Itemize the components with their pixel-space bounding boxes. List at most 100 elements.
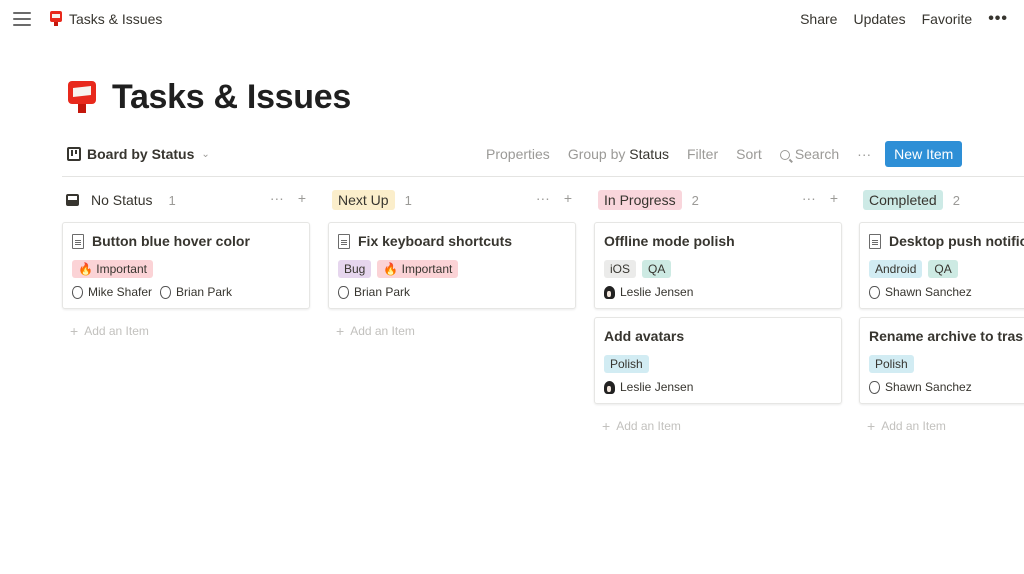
tag-important: 🔥 Important xyxy=(377,260,459,278)
card-assignees: Leslie Jensen xyxy=(604,285,832,299)
column-more-icon[interactable]: ··· xyxy=(536,190,550,206)
column-more-icon[interactable]: ··· xyxy=(802,190,816,206)
column-label[interactable]: Next Up xyxy=(332,190,395,210)
add-item-button[interactable]: + Add an Item xyxy=(594,418,842,434)
column-label[interactable]: In Progress xyxy=(598,190,682,210)
view-selector[interactable]: Board by Status ⌄ xyxy=(67,146,210,162)
avatar-icon xyxy=(72,285,83,299)
sort-button[interactable]: Sort xyxy=(736,146,762,162)
card-title: Rename archive to trash xyxy=(869,328,1024,344)
add-item-button[interactable]: + Add an Item xyxy=(859,418,1024,434)
card-title-row: Add avatars xyxy=(604,326,832,346)
assignee-name: Leslie Jensen xyxy=(620,380,694,394)
card-assignees: Shawn Sanchez xyxy=(869,285,1024,299)
inbox-icon xyxy=(66,194,79,206)
avatar-icon xyxy=(160,285,172,299)
column-in-progress: In Progress 2 ··· + Offline mode polish iOS QA… xyxy=(594,186,842,434)
column-add-icon[interactable]: + xyxy=(830,190,838,206)
avatar-icon xyxy=(869,380,880,394)
card[interactable]: Add avatars Polish Leslie Jensen xyxy=(594,317,842,404)
breadcrumb[interactable]: Tasks & Issues xyxy=(50,11,162,27)
column-count: 2 xyxy=(691,192,699,208)
page-title[interactable]: Tasks & Issues xyxy=(112,78,351,117)
search-button[interactable]: Search xyxy=(779,146,840,162)
column-count: 2 xyxy=(952,192,960,208)
assignee-name: Brian Park xyxy=(176,285,233,299)
card[interactable]: Offline mode polish iOS QA Leslie Jensen xyxy=(594,222,842,309)
column-add-icon[interactable]: + xyxy=(564,190,572,206)
page-header: Tasks & Issues xyxy=(68,78,351,117)
avatar-icon xyxy=(869,285,880,299)
mailbox-icon xyxy=(50,11,62,27)
card-title: Offline mode polish xyxy=(604,233,735,249)
card[interactable]: Fix keyboard shortcuts Bug 🔥 Important Bria… xyxy=(328,222,576,309)
column-more-icon[interactable]: ··· xyxy=(270,190,284,206)
view-actions: Properties Group by Status Filter Sort S… xyxy=(486,140,963,168)
updates-button[interactable]: Updates xyxy=(853,11,905,27)
card[interactable]: Rename archive to trash Polish Shawn Sanch… xyxy=(859,317,1024,404)
group-by-label: Group by xyxy=(567,146,626,162)
card-tags: Android QA xyxy=(869,260,1024,278)
breadcrumb-label: Tasks & Issues xyxy=(69,11,163,27)
add-item-button[interactable]: + Add an Item xyxy=(328,323,576,339)
assignee-name: Mike Shafer xyxy=(88,285,153,299)
view-toolbar: Board by Status ⌄ Properties Group by St… xyxy=(62,140,1024,174)
plus-icon: + xyxy=(70,323,79,339)
column-header: In Progress 2 ··· + xyxy=(594,186,842,214)
card-assignees: Shawn Sanchez xyxy=(869,380,1024,394)
card[interactable]: Button blue hover color 🔥 Important Mike S… xyxy=(62,222,310,309)
assignee-name: Shawn Sanchez xyxy=(885,380,972,394)
add-item-label: Add an Item xyxy=(881,419,946,433)
search-label: Search xyxy=(794,146,840,162)
assignee: Leslie Jensen xyxy=(604,380,693,394)
card-title: Desktop push notifications xyxy=(889,233,1024,249)
document-icon xyxy=(869,233,881,249)
avatar-icon xyxy=(604,380,615,394)
more-options-icon[interactable]: ••• xyxy=(988,11,1008,27)
tag-important: 🔥 Important xyxy=(72,260,153,278)
card-title-row: Button blue hover color xyxy=(72,231,300,251)
card-assignees: Mike Shafer Brian Park xyxy=(72,285,300,299)
tag-polish: Polish xyxy=(869,355,914,373)
add-item-button[interactable]: + Add an Item xyxy=(62,323,310,339)
card-title-row: Fix keyboard shortcuts xyxy=(338,231,566,251)
column-header: No Status 1 ··· + xyxy=(62,186,310,214)
card[interactable]: Desktop push notifications Android QA Shawn… xyxy=(859,222,1024,309)
top-bar: Tasks & Issues Share Updates Favorite ••… xyxy=(0,0,1024,40)
tag-bug: Bug xyxy=(338,260,372,278)
group-by-button[interactable]: Group by Status xyxy=(568,146,669,162)
tag-qa: QA xyxy=(642,260,672,278)
card-title: Button blue hover color xyxy=(92,233,250,249)
new-item-button[interactable]: New Item xyxy=(885,141,963,167)
filter-button[interactable]: Filter xyxy=(687,146,718,162)
menu-icon[interactable] xyxy=(13,12,31,28)
search-icon xyxy=(779,150,790,160)
column-header: Completed 2 xyxy=(859,186,1024,214)
toolbar-divider xyxy=(62,176,1024,177)
card-tags: iOS QA xyxy=(604,260,832,278)
column-tools: ··· + xyxy=(802,190,838,206)
card-title-row: Rename archive to trash xyxy=(869,326,1024,346)
favorite-button[interactable]: Favorite xyxy=(922,11,973,27)
top-actions: Share Updates Favorite ••• xyxy=(800,11,1008,28)
assignee: Shawn Sanchez xyxy=(869,285,972,299)
assignee: Brian Park xyxy=(160,285,232,299)
assignee: Shawn Sanchez xyxy=(869,380,972,394)
properties-button[interactable]: Properties xyxy=(486,146,550,162)
add-item-label: Add an Item xyxy=(616,419,681,433)
column-count: 1 xyxy=(168,192,176,208)
tag-polish: Polish xyxy=(604,355,649,373)
mailbox-icon[interactable] xyxy=(68,80,96,115)
view-more-icon[interactable]: ··· xyxy=(857,146,871,162)
column-label[interactable]: No Status xyxy=(85,190,159,210)
board: No Status 1 ··· + Button blue hover color 🔥 I… xyxy=(62,186,1024,486)
column-add-icon[interactable]: + xyxy=(298,190,306,206)
column-tools: ··· + xyxy=(270,190,306,206)
tag-android: Android xyxy=(869,260,923,278)
chevron-down-icon: ⌄ xyxy=(201,148,210,160)
view-name: Board by Status xyxy=(87,146,195,162)
assignee: Brian Park xyxy=(338,285,410,299)
share-button[interactable]: Share xyxy=(800,11,837,27)
column-label[interactable]: Completed xyxy=(863,190,943,210)
document-icon xyxy=(72,233,84,249)
